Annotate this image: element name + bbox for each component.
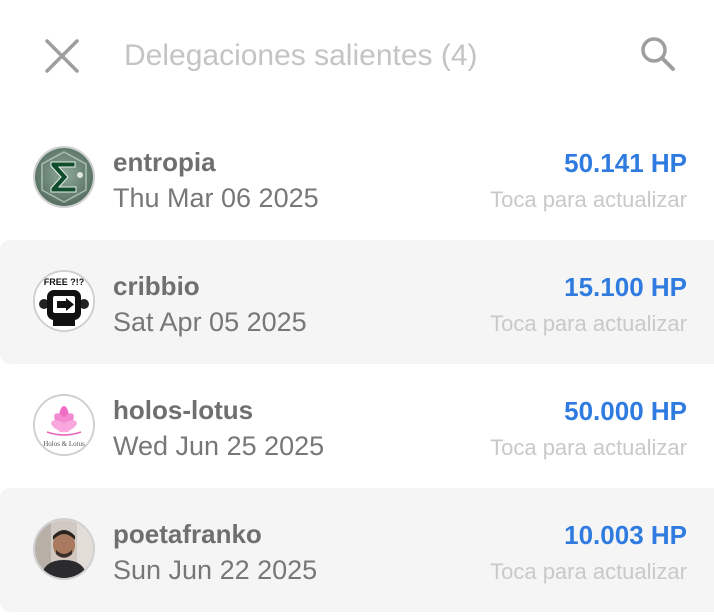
delegation-date: Thu Mar 06 2025 [113,183,319,213]
delegation-row-poetafranko[interactable]: poetafranko Sun Jun 22 2025 10.003 HP To… [0,488,714,612]
delegation-amount: 50.141 HP [564,148,687,178]
avatar[interactable]: FREE ?!? [33,270,95,332]
search-button[interactable] [636,32,680,76]
delegation-date: Sat Apr 05 2025 [113,307,307,337]
page-title: Delegaciones salientes (4) [124,39,478,72]
header-bar: Delegaciones salientes (4) [0,0,714,115]
avatar[interactable]: Holos & Lotus [33,394,95,456]
free-robot-logo-avatar: FREE ?!? [35,272,93,330]
lotus-flower-logo-avatar: Holos & Lotus [35,396,93,454]
search-icon [641,37,675,71]
tap-to-update-hint: Toca para actualizar [490,435,687,460]
avatar-logo-text: FREE ?!? [44,277,85,287]
avatar[interactable] [33,146,95,208]
avatar[interactable] [33,518,95,580]
delegation-username: poetafranko [113,519,262,549]
delegation-row-entropia[interactable]: entropia Thu Mar 06 2025 50.141 HP Toca … [0,116,714,240]
delegation-amount: 50.000 HP [564,396,687,426]
delegation-date: Wed Jun 25 2025 [113,431,325,461]
outgoing-delegations-screen: Delegaciones salientes (4) entropia Thu … [0,0,714,615]
delegation-amount: 10.003 HP [564,520,687,550]
delegation-list: entropia Thu Mar 06 2025 50.141 HP Toca … [0,116,714,612]
close-icon [45,39,79,73]
tap-to-update-hint: Toca para actualizar [490,187,687,212]
sigma-logo-avatar [35,148,93,206]
avatar-logo-text: Holos & Lotus [43,440,85,448]
delegation-date: Sun Jun 22 2025 [113,555,318,585]
close-button[interactable] [40,34,84,78]
tap-to-update-hint: Toca para actualizar [490,311,687,336]
delegation-row-cribbio[interactable]: FREE ?!? cribbio Sat Apr 05 2025 15.100 … [0,240,714,364]
delegation-username: holos-lotus [113,395,254,425]
delegation-amount: 15.100 HP [564,272,687,302]
delegation-username: entropia [113,147,216,177]
person-photo-avatar [35,520,93,578]
tap-to-update-hint: Toca para actualizar [490,559,687,584]
delegation-username: cribbio [113,271,200,301]
delegation-row-holos-lotus[interactable]: Holos & Lotus holos-lotus Wed Jun 25 202… [0,364,714,488]
